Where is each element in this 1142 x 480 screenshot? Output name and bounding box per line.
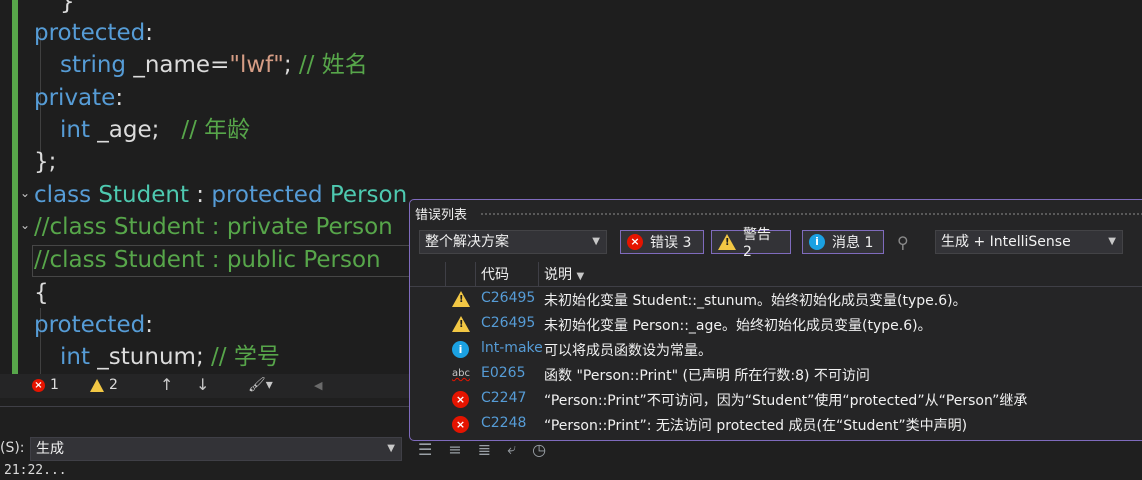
table-row[interactable]: × C2247 “Person::Print”不可访问，因为“Student”使…	[410, 387, 1142, 412]
code-line: {	[34, 280, 49, 306]
chevron-down-icon: ▼	[1108, 236, 1116, 247]
sort-desc-icon: ▼	[576, 271, 585, 282]
warnings-filter-button[interactable]: ! 警告 2	[711, 227, 791, 260]
editor-status-bar: × 1 2 ↑ ↓ 🖌▾ ◀	[0, 374, 410, 398]
messages-filter-button[interactable]: i 消息 1	[802, 230, 884, 254]
code-line: int _age; // 年龄	[60, 117, 251, 143]
clear-all-icon[interactable]: ☰	[418, 440, 432, 459]
panel-title: 错误列表	[415, 208, 468, 223]
table-row[interactable]: ! C26495 未初始化变量 Person::_age。始终初始化成员变量(t…	[410, 312, 1142, 337]
code-line: protected:	[34, 312, 153, 338]
code-line: };	[34, 149, 57, 175]
intellisense-error-icon: abc	[452, 368, 470, 379]
info-icon: i	[452, 341, 470, 359]
fold-chevron-icon[interactable]: ⌄	[20, 218, 30, 232]
column-header-row: 代码 说明 ▼	[410, 260, 1142, 287]
warning-icon: !	[452, 291, 470, 309]
previous-issue-button[interactable]: ↑	[160, 375, 173, 394]
code-line: class Student : protected Person	[34, 182, 408, 208]
code-line: private:	[34, 85, 124, 111]
output-source-label: (S):	[0, 440, 25, 456]
scope-select[interactable]: 整个解决方案 ▼	[419, 230, 607, 254]
error-list-panel: 错误列表 整个解决方案 ▼ × 错误 3 ! 警告 2 i 消息 1 ⚲ 生成 …	[409, 199, 1142, 441]
table-row[interactable]: ! C26495 未初始化变量 Student::_stunum。始终初始化成员…	[410, 287, 1142, 312]
errors-filter-button[interactable]: × 错误 3	[620, 230, 704, 254]
next-issue-button[interactable]: ↓	[196, 375, 209, 394]
error-icon: ×	[627, 234, 643, 250]
word-wrap-icon[interactable]: ⤶	[507, 439, 516, 459]
error-icon: ×	[452, 391, 470, 409]
change-tracking-bar	[12, 0, 18, 374]
clock-icon[interactable]: ◷	[532, 440, 546, 459]
warning-count[interactable]: 2	[90, 377, 118, 393]
table-row[interactable]: i lnt-make 可以将成员函数设为常量。	[410, 337, 1142, 362]
filter-icon[interactable]: ⚲	[897, 233, 915, 252]
error-count[interactable]: × 1	[32, 377, 59, 393]
code-line: string _name="lwf"; // 姓名	[60, 52, 368, 78]
fold-chevron-icon[interactable]: ⌄	[20, 186, 30, 200]
code-line: protected:	[34, 20, 153, 46]
output-text: 21:22...	[4, 463, 67, 478]
build-intellisense-select[interactable]: 生成 + IntelliSense ▼	[935, 230, 1123, 254]
chevron-down-icon: ▼	[592, 236, 600, 247]
panel-drag-grip[interactable]	[480, 212, 1142, 216]
code-cleanup-brush-icon[interactable]: 🖌▾	[248, 377, 273, 393]
chevron-down-icon: ▼	[387, 443, 395, 454]
error-icon: ×	[32, 378, 45, 392]
error-icon: ×	[452, 416, 470, 434]
find-previous-icon[interactable]: ≡	[448, 440, 461, 459]
table-row[interactable]: abc E0265 函数 "Person::Print" (已声明 所在行数:8…	[410, 362, 1142, 387]
scroll-left-icon[interactable]: ◀	[314, 379, 322, 392]
warning-icon	[90, 378, 104, 392]
code-line: //class Student : public Person	[34, 247, 381, 273]
warning-icon: !	[718, 234, 736, 250]
find-next-icon[interactable]: ≣	[478, 440, 491, 459]
warning-icon: !	[452, 316, 470, 334]
code-line: int _stunum; // 学号	[60, 344, 280, 370]
info-icon: i	[809, 234, 825, 250]
code-line: //class Student : private Person	[34, 214, 393, 240]
column-header-description[interactable]: 说明 ▼	[544, 264, 584, 284]
column-header-code[interactable]: 代码	[481, 264, 509, 284]
table-row[interactable]: × C2248 “Person::Print”: 无法访问 protected …	[410, 412, 1142, 437]
output-source-select[interactable]: 生成 ▼	[30, 437, 402, 461]
